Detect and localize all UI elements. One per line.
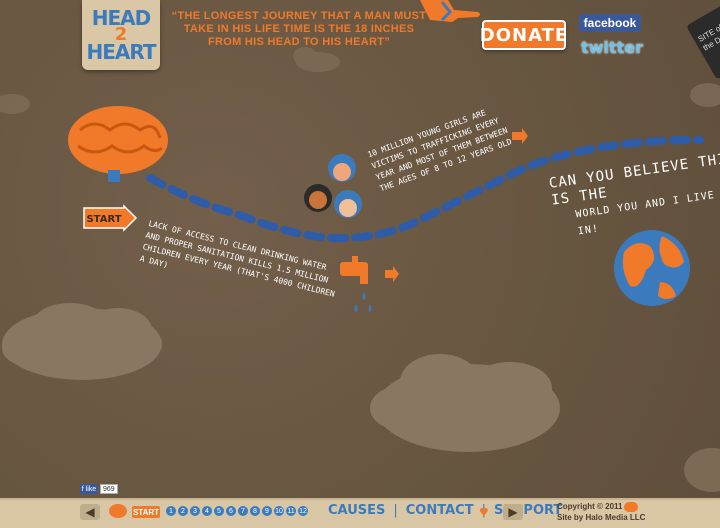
footer-start-button[interactable]: START [132,506,160,518]
contact-link[interactable]: CONTACT [406,503,474,518]
page-number-6[interactable]: 6 [226,506,236,516]
heart-icon[interactable]: ♥ [479,504,489,522]
copyright-block: Copyright © 2011 Site by Halo Media LLC [557,502,645,524]
previous-arrow-icon[interactable]: ◀ [80,504,100,520]
globe-icon [614,230,690,306]
cloud-icon [684,448,720,492]
causes-link[interactable]: CAUSES [328,503,385,518]
facebook-like-count: 969 [100,484,118,494]
page-number-7[interactable]: 7 [238,506,248,516]
facebook-like-widget[interactable]: f like 969 [80,484,118,494]
start-flag[interactable]: START [83,204,138,232]
page-number-10[interactable]: 10 [274,506,284,516]
page-number-3[interactable]: 3 [190,506,200,516]
page-number-9[interactable]: 9 [262,506,272,516]
cloud-icon [370,354,560,452]
girls-faces-icon [304,154,362,218]
page-number-11[interactable]: 11 [286,506,296,516]
page-number-8[interactable]: 8 [250,506,260,516]
page-number-5[interactable]: 5 [214,506,224,516]
brain-icon [68,106,168,182]
illustration-layer [0,47,720,492]
collydo-logo-icon [624,502,639,513]
page-number-list: 1 2 3 4 5 6 7 8 9 10 11 12 [166,506,308,516]
cloud-icon [2,303,162,380]
site-by-link[interactable]: Site by Halo Media LLC [557,513,645,522]
nav-separator: | [393,503,398,518]
page-number-4[interactable]: 4 [202,506,212,516]
facebook-like-button[interactable]: f like [80,484,98,494]
next-arrow-icon[interactable]: ▶ [503,504,523,520]
page-number-1[interactable]: 1 [166,506,176,516]
footer-nav: CAUSES | CONTACT | SUPPORT [328,503,562,518]
faucet-icon [340,256,372,312]
cloud-icon [0,47,720,114]
brain-home-icon[interactable] [108,503,128,519]
page-number-12[interactable]: 12 [298,506,308,516]
copyright-text: Copyright © 2011 [557,502,623,511]
start-flag-label: START [86,214,121,225]
page-number-2[interactable]: 2 [178,506,188,516]
